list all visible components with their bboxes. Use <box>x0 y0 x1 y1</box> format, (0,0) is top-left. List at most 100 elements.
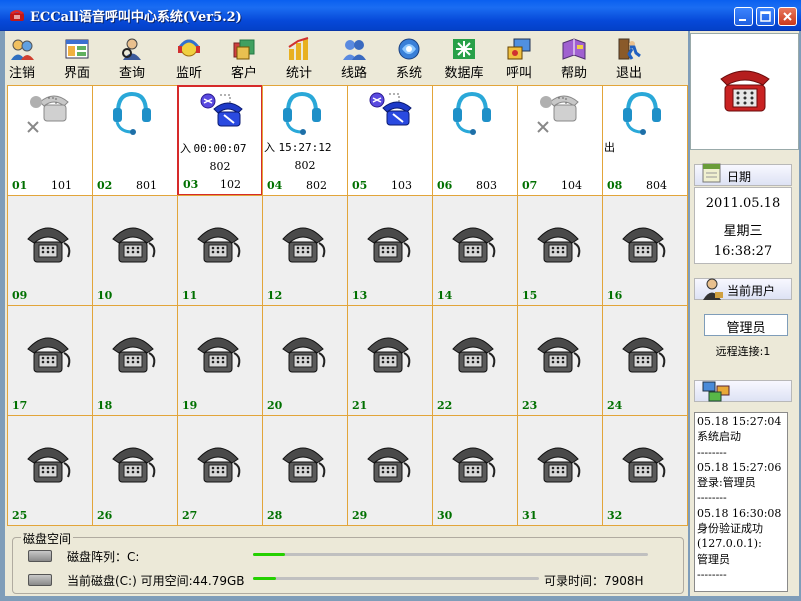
drive-icon <box>28 574 52 586</box>
toolbar-label: 帮助 <box>560 66 587 81</box>
log-line: 管理员 <box>697 552 730 566</box>
idle-phone-icon <box>112 227 156 263</box>
channel-cell-05[interactable]: 05 103 <box>347 85 433 196</box>
date-value: 2011.05.18 <box>705 196 781 211</box>
channel-cell-27[interactable]: 27 <box>177 415 263 526</box>
toolbar-button-2[interactable]: 界面 <box>53 35 101 83</box>
channel-cell-23[interactable]: 23 <box>517 305 603 416</box>
toolbar-button-11[interactable]: 帮助 <box>550 35 598 83</box>
channel-number: 03 <box>183 178 199 191</box>
channel-cell-24[interactable]: 24 <box>602 305 688 416</box>
log-line: 05.18 15:27:04 <box>697 415 782 428</box>
network-icon <box>702 381 730 402</box>
left-pane: 注销 界面 查询 监听 客户 统计 线路 系统 数据库 呼叫 帮助 退出 01 101 02 801 入 00:… <box>5 31 688 596</box>
extension-number: 104 <box>561 179 582 192</box>
channel-cell-12[interactable]: 12 <box>262 195 348 306</box>
channel-cell-17[interactable]: 17 <box>7 305 93 416</box>
extension-number: 801 <box>136 179 157 192</box>
channel-number: 17 <box>12 399 28 412</box>
channel-cell-01[interactable]: 01 101 <box>7 85 93 196</box>
exit-icon <box>618 38 641 60</box>
current-user-header: 当前用户 <box>694 278 792 300</box>
idle-phone-icon <box>622 337 666 373</box>
extension-number: 802 <box>306 179 327 192</box>
channel-cell-21[interactable]: 21 <box>347 305 433 416</box>
idle-phone-icon <box>537 337 581 373</box>
toolbar-label: 呼叫 <box>505 66 532 81</box>
channel-cell-29[interactable]: 29 <box>347 415 433 526</box>
event-log[interactable]: 05.18 15:27:04 系统启动 -------- 05.18 15:27:06… <box>694 412 788 592</box>
call-time: 15:27:12 <box>278 141 332 154</box>
channel-cell-16[interactable]: 16 <box>602 195 688 306</box>
channel-cell-30[interactable]: 30 <box>432 415 518 526</box>
channel-cell-03[interactable]: 入 00:00:07 802 03 102 <box>177 85 263 196</box>
toolbar-button-7[interactable]: 线路 <box>330 35 378 83</box>
channel-number: 28 <box>267 509 283 522</box>
caller-number: 802 <box>209 160 231 173</box>
offline-phone-icon <box>537 95 579 133</box>
toolbar-button-4[interactable]: 监听 <box>165 35 213 83</box>
channel-cell-11[interactable]: 11 <box>177 195 263 306</box>
channel-cell-31[interactable]: 31 <box>517 415 603 526</box>
current-disk-usage-bar <box>253 577 539 580</box>
channel-cell-18[interactable]: 18 <box>92 305 178 416</box>
channel-cell-04[interactable]: 入 15:27:12 802 04 802 <box>262 85 348 196</box>
date-label: 日期 <box>727 170 752 184</box>
toolbar-button-6[interactable]: 统计 <box>275 35 323 83</box>
maximize-button[interactable] <box>756 7 775 26</box>
channel-number: 02 <box>97 179 113 192</box>
channel-number: 15 <box>522 289 538 302</box>
channel-cell-28[interactable]: 28 <box>262 415 348 526</box>
channel-number: 06 <box>437 179 453 192</box>
channel-cell-32[interactable]: 32 <box>602 415 688 526</box>
idle-phone-icon <box>27 227 71 263</box>
channel-number: 25 <box>12 509 28 522</box>
record-time-label: 可录时间：7908H <box>544 574 644 588</box>
idle-phone-icon <box>452 447 496 483</box>
help-book-icon <box>562 38 586 60</box>
channel-cell-09[interactable]: 09 <box>7 195 93 306</box>
line-icon <box>343 40 366 60</box>
channel-cell-20[interactable]: 20 <box>262 305 348 416</box>
channel-cell-13[interactable]: 13 <box>347 195 433 306</box>
channel-number: 08 <box>607 179 623 192</box>
disk-array-usage-bar <box>253 553 648 556</box>
channel-number: 01 <box>12 179 28 192</box>
channel-cell-07[interactable]: 07 104 <box>517 85 603 196</box>
channel-cell-26[interactable]: 26 <box>92 415 178 526</box>
call-direction: 出 <box>604 141 615 154</box>
channel-number: 21 <box>352 399 368 412</box>
channel-cell-22[interactable]: 22 <box>432 305 518 416</box>
channel-number: 30 <box>437 509 453 522</box>
minimize-button[interactable] <box>734 7 753 26</box>
log-scrollbar[interactable] <box>788 412 794 592</box>
toolbar-button-3[interactable]: 查询 <box>108 35 156 83</box>
headset-icon <box>453 91 491 135</box>
channel-number: 19 <box>182 399 198 412</box>
channel-cell-10[interactable]: 10 <box>92 195 178 306</box>
toolbar-button-9[interactable]: 数据库 <box>440 35 488 83</box>
toolbar-button-8[interactable]: 系统 <box>385 35 433 83</box>
close-button[interactable] <box>778 7 797 26</box>
title-bar[interactable]: ECCall语音呼叫中心系统(Ver5.2) <box>0 0 801 31</box>
channel-cell-06[interactable]: 06 803 <box>432 85 518 196</box>
channel-cell-02[interactable]: 02 801 <box>92 85 178 196</box>
in-call-phone-icon <box>200 93 243 127</box>
toolbar-button-5[interactable]: 客户 <box>220 35 268 83</box>
channel-cell-14[interactable]: 14 <box>432 195 518 306</box>
toolbar-button-12[interactable]: 退出 <box>605 35 653 83</box>
idle-phone-icon <box>282 447 326 483</box>
channel-cell-08[interactable]: 出 08 804 <box>602 85 688 196</box>
channel-cell-25[interactable]: 25 <box>7 415 93 526</box>
toolbar-button-1[interactable]: 注销 <box>0 35 46 83</box>
channel-number: 32 <box>607 509 623 522</box>
channel-cell-19[interactable]: 19 <box>177 305 263 416</box>
channel-number: 31 <box>522 509 538 522</box>
channel-cell-15[interactable]: 15 <box>517 195 603 306</box>
minimize-icon <box>739 19 746 21</box>
current-disk-label: 当前磁盘(C:) 可用空间:44.79GB <box>67 574 245 588</box>
toolbar-button-10[interactable]: 呼叫 <box>495 35 543 83</box>
toolbar-label: 注销 <box>8 66 35 81</box>
disk-space-title: 磁盘空间 <box>21 530 74 547</box>
call-icon <box>507 38 531 60</box>
